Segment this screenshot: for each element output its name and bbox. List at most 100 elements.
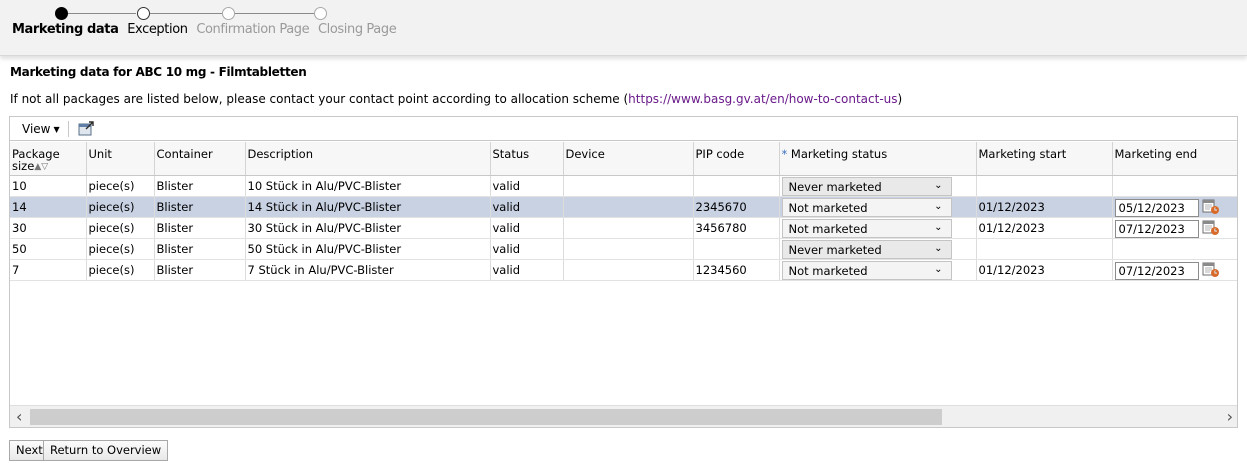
info-text: If not all packages are listed below, pl… (10, 92, 902, 106)
column-header-status[interactable]: Status (490, 142, 564, 176)
cell-marketing-status: Never marketed ⌄ (779, 175, 977, 197)
cell-marketing-end: 07/12/2023 (1112, 217, 1237, 239)
column-label: Marketing status (790, 147, 888, 161)
cell-pip-code (693, 175, 780, 197)
step-label-confirmation: Confirmation Page (196, 22, 310, 37)
cell-marketing-status: Never marketed ⌄ (779, 238, 977, 260)
step-label-closing: Closing Page (317, 22, 397, 37)
scroll-left-icon[interactable]: ‹ (16, 407, 22, 426)
column-header-unit[interactable]: Unit (86, 142, 155, 176)
process-stepper: Marketing data Exception Confirmation Pa… (0, 0, 1247, 56)
cell-package-size: 30 (10, 217, 87, 239)
column-header-marketing-end[interactable]: Marketing end (1112, 142, 1237, 176)
step-dot-marketing-data[interactable] (55, 7, 68, 20)
view-menu-label: View (22, 122, 51, 136)
cell-pip-code (693, 238, 780, 260)
marketing-data-table: Package size▲▽ Unit Container Descriptio… (10, 142, 1237, 281)
select-value: Not marketed (788, 221, 868, 236)
column-header-description[interactable]: Description (245, 142, 491, 176)
column-header-marketing-start[interactable]: Marketing start (976, 142, 1113, 176)
select-value: Never marketed (788, 242, 882, 257)
cell-pip-code: 1234560 (693, 259, 780, 281)
cell-marketing-start: 01/12/2023 (976, 196, 1113, 218)
table-row[interactable]: 50 piece(s) Blister 50 Stück in Alu/PVC-… (10, 238, 1237, 260)
scrollbar-thumb[interactable] (30, 409, 942, 425)
cell-marketing-end: 07/12/2023 (1112, 259, 1237, 281)
cell-package-size: 50 (10, 238, 87, 260)
calendar-clock-icon[interactable] (1202, 262, 1220, 278)
cell-marketing-start (976, 238, 1113, 260)
sort-icon[interactable]: ▲▽ (34, 161, 48, 173)
info-text-suffix: ) (897, 92, 903, 106)
cell-container: Blister (154, 238, 246, 260)
page-title: Marketing data for ABC 10 mg - Filmtable… (10, 65, 307, 79)
cell-marketing-end (1112, 175, 1237, 197)
table-row[interactable]: 10 piece(s) Blister 10 Stück in Alu/PVC-… (10, 175, 1237, 197)
column-header-pip-code[interactable]: PIP code (693, 142, 780, 176)
cell-marketing-end: 05/12/2023 (1112, 196, 1237, 218)
stepper-connector (235, 13, 314, 14)
cell-pip-code: 3456780 (693, 217, 780, 239)
cell-package-size: 10 (10, 175, 87, 197)
column-header-device[interactable]: Device (563, 142, 694, 176)
cell-unit: piece(s) (86, 217, 155, 239)
return-to-overview-button[interactable]: Return to Overview (43, 440, 169, 461)
cell-description: 30 Stück in Alu/PVC-Blister (245, 217, 491, 239)
step-label-exception[interactable]: Exception (127, 22, 188, 37)
cell-device (563, 238, 694, 260)
cell-device (563, 175, 694, 197)
cell-status: valid (490, 217, 564, 239)
chevron-down-icon: ⌄ (934, 200, 943, 212)
cell-marketing-status: Not marketed ⌄ (779, 217, 977, 239)
chevron-down-icon: ⌄ (934, 179, 943, 191)
stepper-labels: Marketing data Exception Confirmation Pa… (12, 22, 401, 37)
marketing-end-date-input[interactable]: 07/12/2023 (1114, 219, 1199, 237)
cell-pip-code: 2345670 (693, 196, 780, 218)
cell-container: Blister (154, 217, 246, 239)
cell-status: valid (490, 259, 564, 281)
cell-status: valid (490, 175, 564, 197)
cell-container: Blister (154, 259, 246, 281)
cell-marketing-start: 01/12/2023 (976, 259, 1113, 281)
horizontal-scrollbar[interactable]: ‹ › (10, 405, 1237, 427)
cell-unit: piece(s) (86, 196, 155, 218)
calendar-clock-icon[interactable] (1202, 220, 1220, 236)
table-row[interactable]: 30 piece(s) Blister 30 Stück in Alu/PVC-… (10, 217, 1237, 239)
table-toolbar: View ▼ (10, 117, 1237, 141)
required-asterisk: * (781, 147, 788, 161)
step-dot-exception[interactable] (137, 7, 150, 20)
select-value: Never marketed (788, 179, 882, 194)
view-menu-button[interactable]: View ▼ (22, 122, 60, 136)
cell-package-size: 14 (10, 196, 87, 218)
stepper-connector (149, 13, 222, 14)
detach-icon[interactable] (78, 121, 94, 136)
marketing-table-panel: View ▼ Package size▲▽ Unit Container Desc… (9, 116, 1238, 428)
cell-marketing-start (976, 175, 1113, 197)
table-header-row: Package size▲▽ Unit Container Descriptio… (10, 142, 1237, 176)
calendar-clock-icon[interactable] (1202, 199, 1220, 215)
table-row[interactable]: 7 piece(s) Blister 7 Stück in Alu/PVC-Bl… (10, 259, 1237, 281)
marketing-status-select[interactable]: Never marketed ⌄ (781, 176, 952, 195)
marketing-status-select[interactable]: Not marketed ⌄ (781, 197, 952, 216)
contact-link[interactable]: https://www.basg.gv.at/en/how-to-contact… (628, 92, 897, 106)
cell-marketing-status: Not marketed ⌄ (779, 196, 977, 218)
table-row[interactable]: 14 piece(s) Blister 14 Stück in Alu/PVC-… (10, 196, 1237, 218)
column-header-marketing-status[interactable]: * Marketing status (779, 142, 977, 176)
cell-status: valid (490, 238, 564, 260)
cell-device (563, 217, 694, 239)
column-header-package-size[interactable]: Package size▲▽ (10, 142, 87, 176)
cell-description: 14 Stück in Alu/PVC-Blister (245, 196, 491, 218)
cell-marketing-end (1112, 238, 1237, 260)
cell-device (563, 196, 694, 218)
marketing-status-select[interactable]: Not marketed ⌄ (781, 260, 952, 279)
cell-description: 10 Stück in Alu/PVC-Blister (245, 175, 491, 197)
column-header-container[interactable]: Container (154, 142, 246, 176)
marketing-end-date-input[interactable]: 07/12/2023 (1114, 261, 1199, 279)
marketing-status-select[interactable]: Never marketed ⌄ (781, 239, 952, 258)
cell-unit: piece(s) (86, 259, 155, 281)
marketing-status-select[interactable]: Not marketed ⌄ (781, 218, 952, 237)
marketing-end-date-input[interactable]: 05/12/2023 (1114, 198, 1199, 216)
scroll-right-icon[interactable]: › (1227, 407, 1233, 426)
step-label-marketing-data[interactable]: Marketing data (12, 22, 119, 37)
info-text-prefix: If not all packages are listed below, pl… (10, 92, 629, 106)
